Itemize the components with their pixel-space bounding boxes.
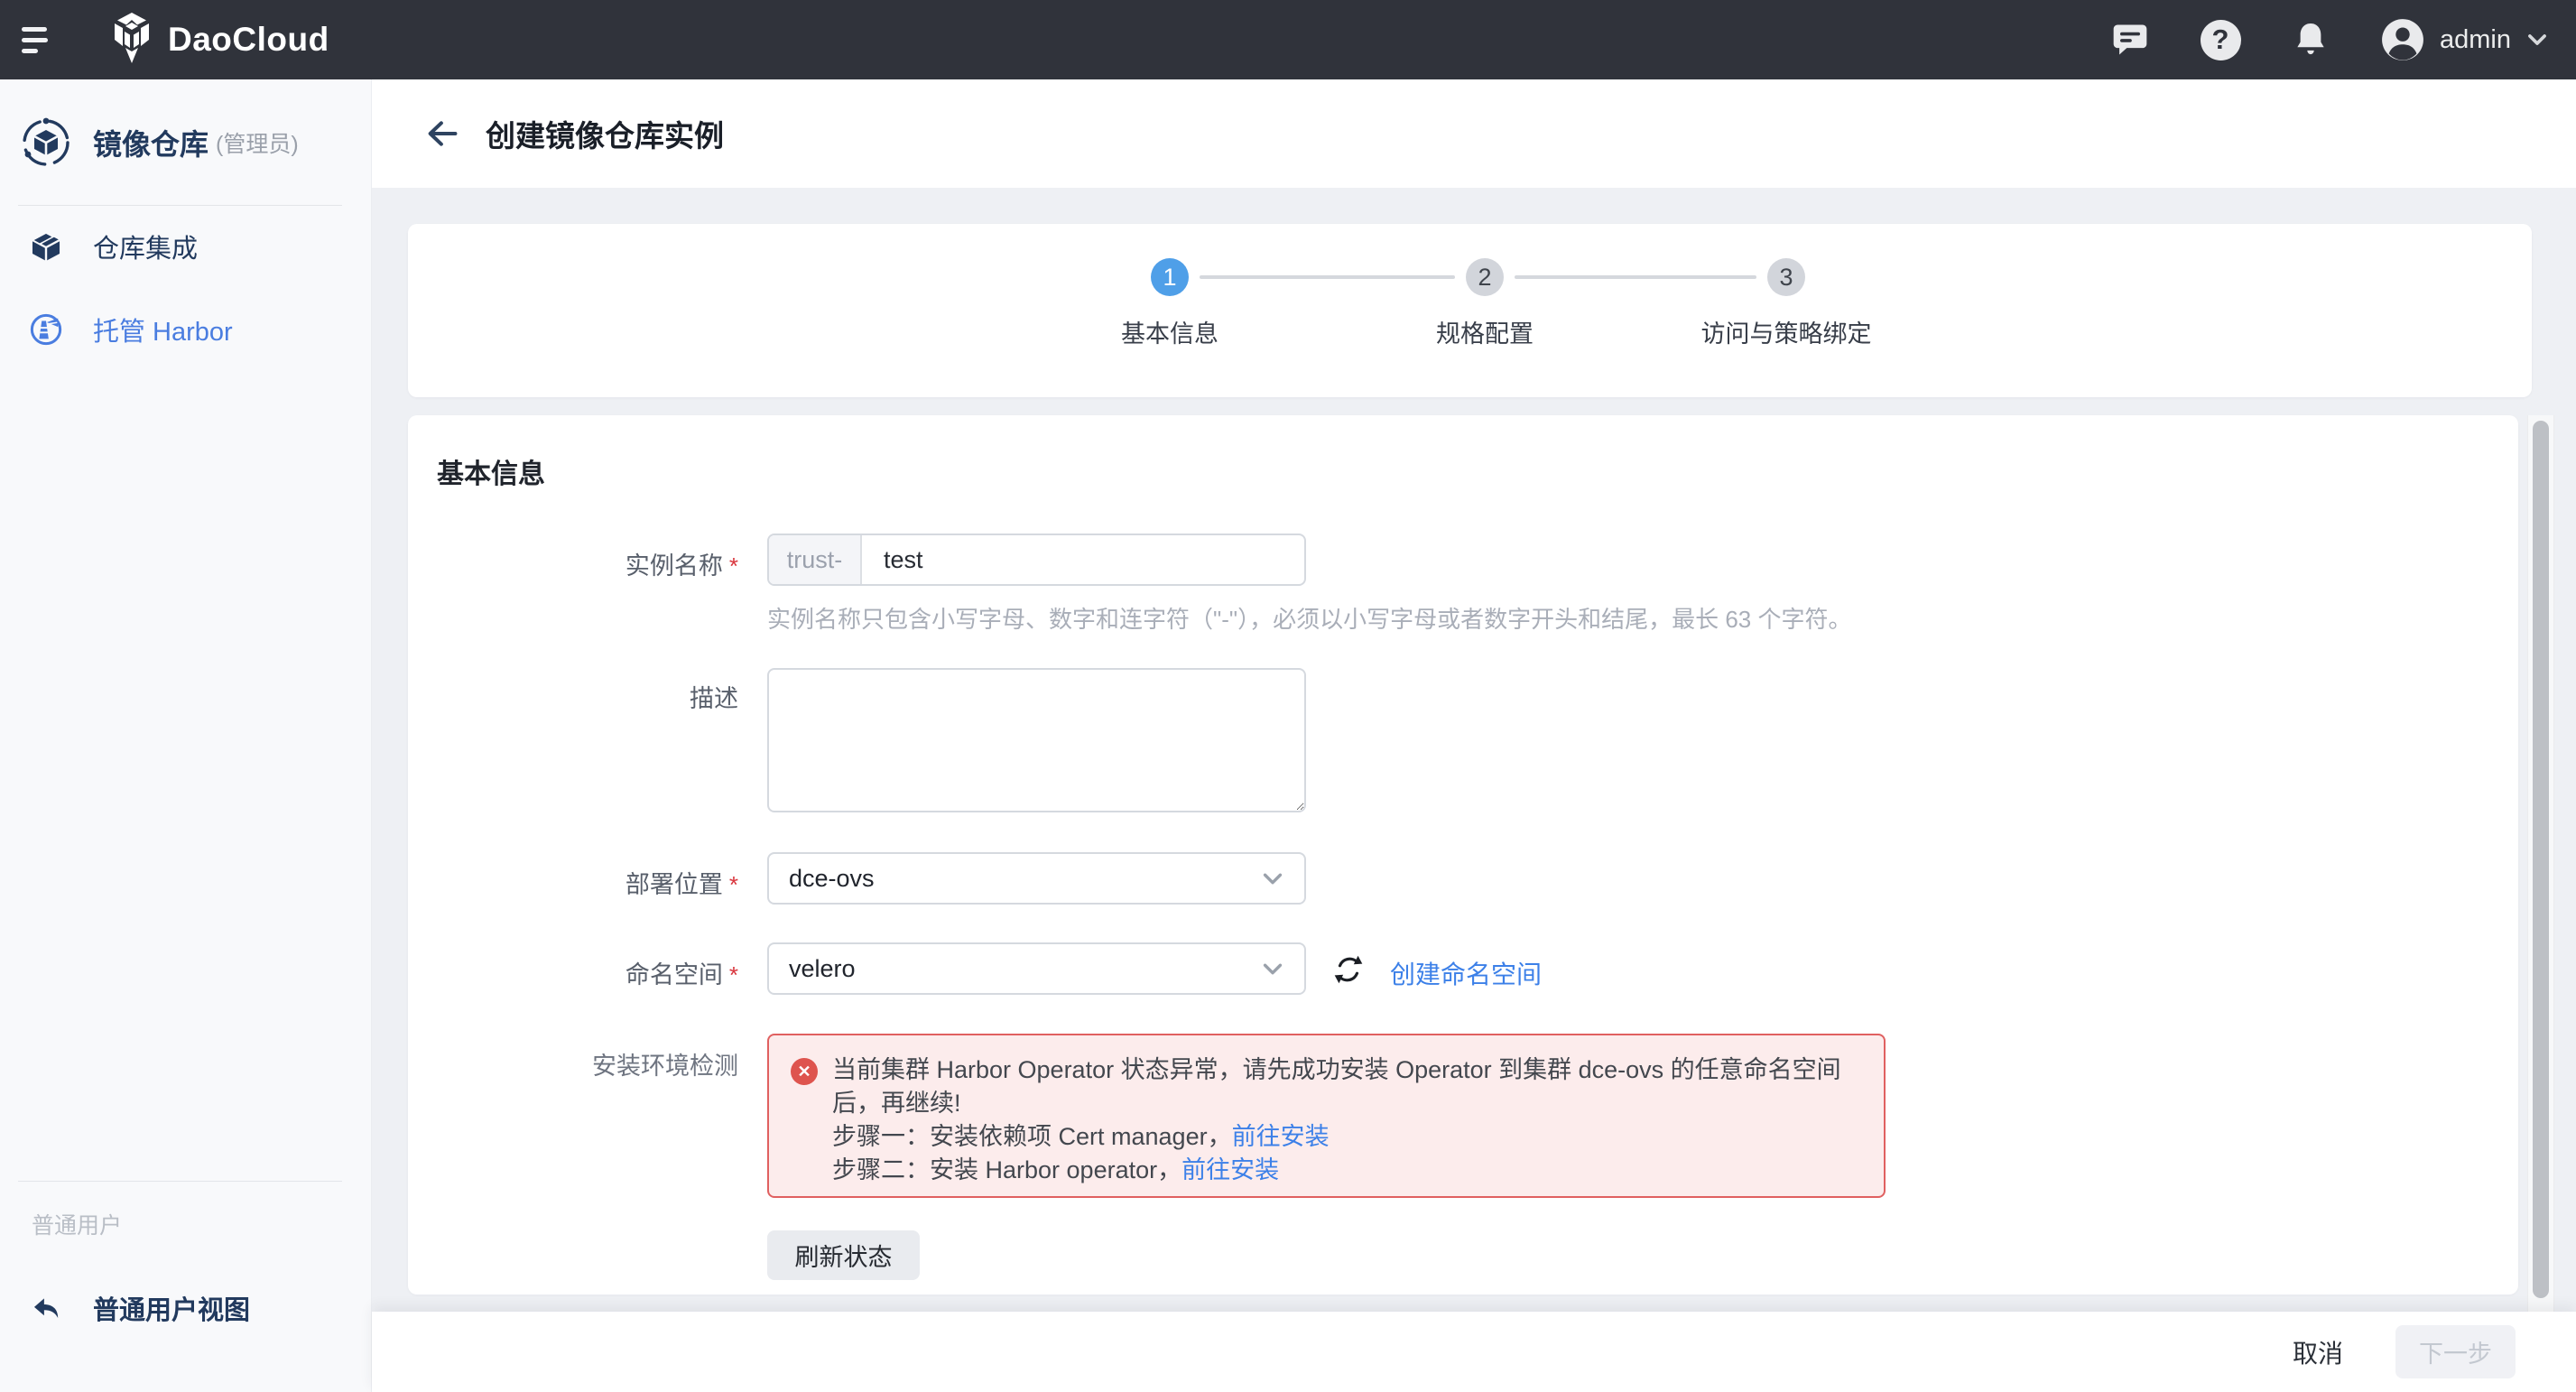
main-area: 创建镜像仓库实例 1 2 3 基本信息 规格配置 访问与策略绑定 基本信息 实例… <box>372 79 2576 1392</box>
instance-name-prefix: trust- <box>769 535 862 584</box>
sidebar-item-label: 普通用户视图 <box>93 1289 250 1327</box>
instance-name-label: 实例名称* <box>408 546 738 581</box>
footer-action-bar: 取消 下一步 <box>372 1312 2576 1392</box>
error-step2-text: 步骤二：安装 Harbor operator， <box>832 1156 1181 1183</box>
username: admin <box>2440 25 2511 55</box>
step-connector <box>1200 275 1455 279</box>
namespace-select[interactable]: velero <box>767 942 1306 995</box>
step-3-label: 访问与策略绑定 <box>1651 314 1922 349</box>
sidebar: 镜像仓库 (管理员) 仓库集成 <box>0 79 372 1392</box>
namespace-label: 命名空间* <box>408 955 738 990</box>
avatar-icon <box>2380 17 2425 62</box>
bell-icon[interactable] <box>2290 19 2331 60</box>
create-namespace-link[interactable]: 创建命名空间 <box>1390 955 1542 991</box>
back-arrow-icon[interactable] <box>422 114 462 153</box>
page-header: 创建镜像仓库实例 <box>372 79 2576 188</box>
sidebar-divider <box>18 205 342 206</box>
instance-name-input[interactable] <box>862 535 1304 584</box>
basic-info-card: 基本信息 实例名称* trust- 实例名称只包含小写字母、数字和连字符（"-"… <box>408 415 2518 1295</box>
step-2-label: 规格配置 <box>1349 314 1620 349</box>
daocloud-logo-icon <box>108 12 155 69</box>
sidebar-item-hosted-harbor[interactable]: 托管 Harbor <box>0 303 371 356</box>
step-2-circle[interactable]: 2 <box>1466 258 1504 296</box>
page-title: 创建镜像仓库实例 <box>486 112 724 155</box>
error-circle-icon: ✕ <box>791 1058 818 1085</box>
sidebar-module-title[interactable]: 镜像仓库 (管理员) <box>21 117 299 168</box>
harbor-lighthouse-icon <box>30 313 62 346</box>
app-window: DaoCloud ? <box>0 0 2576 1392</box>
section-title: 基本信息 <box>437 451 545 491</box>
error-message: 当前集群 Harbor Operator 状态异常，请先成功安装 Operato… <box>832 1053 1860 1187</box>
deploy-location-select[interactable]: dce-ovs <box>767 852 1306 905</box>
env-check-error-alert: ✕ 当前集群 Harbor Operator 状态异常，请先成功安装 Opera… <box>767 1034 1886 1198</box>
step-connector <box>1515 275 1756 279</box>
required-asterisk: * <box>729 552 738 580</box>
registry-orbit-icon <box>21 117 71 168</box>
sidebar-bottom-divider <box>18 1181 342 1182</box>
step-1-circle[interactable]: 1 <box>1151 258 1189 296</box>
daocloud-brand[interactable]: DaoCloud <box>108 12 329 69</box>
instance-name-group: trust- <box>767 534 1306 586</box>
deploy-location-value: dce-ovs <box>789 865 1259 893</box>
chevron-down-icon <box>2525 28 2549 51</box>
sidebar-item-label: 托管 Harbor <box>93 311 233 348</box>
error-line-1: 当前集群 Harbor Operator 状态异常，请先成功安装 Operato… <box>832 1056 1841 1117</box>
env-check-label: 安装环境检测 <box>408 1046 738 1081</box>
go-install-cert-manager-link[interactable]: 前往安装 <box>1232 1123 1330 1150</box>
next-step-button[interactable]: 下一步 <box>2395 1325 2516 1378</box>
chevron-down-icon <box>1259 865 1286 892</box>
sidebar-item-normal-user-view[interactable]: 普通用户视图 <box>0 1282 371 1334</box>
step-1-label: 基本信息 <box>1034 314 1305 349</box>
topbar-actions: ? admin <box>2109 17 2549 62</box>
sidebar-section-label: 普通用户 <box>32 1208 122 1240</box>
instance-name-help: 实例名称只包含小写字母、数字和连字符（"-"），必须以小写字母或者数字开头和结尾… <box>767 601 1852 635</box>
topbar: DaoCloud ? <box>0 0 2576 79</box>
help-icon[interactable]: ? <box>2200 19 2241 60</box>
help-glyph: ? <box>2212 23 2229 56</box>
deploy-location-label: 部署位置* <box>408 865 738 900</box>
chevron-down-icon <box>1259 955 1286 982</box>
error-step1-text: 步骤一：安装依赖项 Cert manager， <box>832 1123 1232 1150</box>
sidebar-item-label: 仓库集成 <box>93 227 198 265</box>
sidebar-title-suffix: (管理员) <box>216 126 299 159</box>
sidebar-title: 镜像仓库 <box>93 122 208 163</box>
cube-icon <box>30 230 62 263</box>
message-icon[interactable] <box>2109 19 2151 60</box>
sidebar-item-repo-integration[interactable]: 仓库集成 <box>0 220 371 273</box>
refresh-namespaces-icon[interactable] <box>1330 951 1367 988</box>
user-menu[interactable]: admin <box>2380 17 2549 62</box>
vertical-scrollbar <box>2527 415 2554 1312</box>
description-textarea[interactable] <box>767 668 1306 812</box>
required-asterisk: * <box>729 871 738 898</box>
menu-icon[interactable] <box>22 20 61 60</box>
refresh-status-button[interactable]: 刷新状态 <box>767 1230 920 1280</box>
stepper-card: 1 2 3 基本信息 规格配置 访问与策略绑定 <box>408 224 2532 397</box>
brand-name: DaoCloud <box>168 21 329 59</box>
step-3-circle[interactable]: 3 <box>1767 258 1805 296</box>
cancel-button[interactable]: 取消 <box>2293 1334 2343 1370</box>
required-asterisk: * <box>729 961 738 988</box>
reply-arrow-icon <box>30 1292 62 1324</box>
namespace-value: velero <box>789 955 1259 983</box>
description-label: 描述 <box>408 679 738 714</box>
go-install-harbor-operator-link[interactable]: 前往安装 <box>1181 1156 1279 1183</box>
scrollbar-thumb[interactable] <box>2533 421 2549 1298</box>
